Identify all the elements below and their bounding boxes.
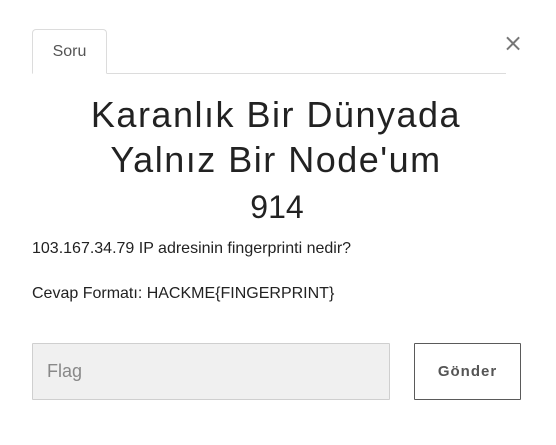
challenge-question: 103.167.34.79 IP adresinin fingerprinti … xyxy=(32,240,352,257)
answer-format: Cevap Formatı: HACKME{FINGERPRINT} xyxy=(32,285,335,302)
close-icon[interactable]: × xyxy=(503,30,523,56)
challenge-title-line-2: Yalnız Bir Node'um xyxy=(110,139,442,180)
tab-bar: Soru xyxy=(32,29,506,74)
submit-button[interactable]: Gönder xyxy=(414,343,521,400)
challenge-points: 914 xyxy=(250,189,304,225)
challenge-title: Karanlık Bir Dünyada Yalnız Bir Node'um xyxy=(0,92,552,182)
tab-question[interactable]: Soru xyxy=(32,29,107,74)
flag-input[interactable] xyxy=(32,343,390,400)
challenge-modal: Soru × Karanlık Bir Dünyada Yalnız Bir N… xyxy=(0,0,556,445)
challenge-title-line-1: Karanlık Bir Dünyada xyxy=(90,94,462,135)
